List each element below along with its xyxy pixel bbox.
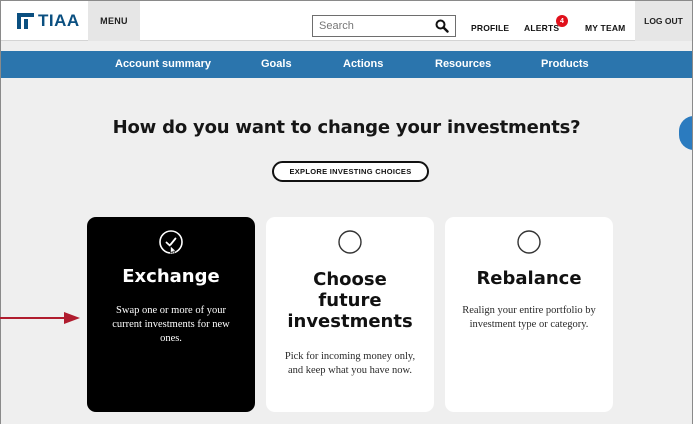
radio-circle-icon — [516, 229, 542, 255]
card-title: Rebalance — [476, 268, 582, 289]
app-frame: TIAA MENU PROFILE ALERTS 4 MY TEAM LOG O… — [0, 0, 693, 424]
nav-item-goals[interactable]: Goals — [261, 58, 292, 70]
card-description: Realign your entire portfolio by investm… — [462, 305, 596, 330]
chat-assistant-bubble[interactable] — [679, 116, 692, 150]
option-card-exchange[interactable]: Exchange Swap one or more of your curren… — [87, 217, 255, 412]
logo-text: TIAA — [38, 11, 80, 30]
search-box — [312, 15, 456, 37]
page-title: How do you want to change your investmen… — [112, 117, 581, 138]
card-description: Swap one or more of your current investm… — [112, 305, 230, 344]
main-nav: Account summary Goals Actions Resources … — [1, 51, 692, 78]
search-input[interactable] — [313, 16, 431, 36]
radio-circle-icon — [337, 229, 363, 255]
nav-item-resources[interactable]: Resources — [435, 58, 491, 70]
profile-link[interactable]: PROFILE — [471, 23, 509, 33]
top-header: TIAA MENU PROFILE ALERTS 4 MY TEAM LOG O… — [1, 1, 692, 41]
nav-item-actions[interactable]: Actions — [343, 58, 383, 70]
check-circle-icon — [158, 229, 184, 255]
my-team-link[interactable]: MY TEAM — [585, 23, 625, 33]
explore-investing-choices-button[interactable]: EXPLORE INVESTING CHOICES — [272, 161, 429, 182]
menu-button[interactable]: MENU — [88, 1, 140, 41]
nav-item-products[interactable]: Products — [541, 58, 589, 70]
card-title: Choose future investments — [287, 269, 413, 332]
alerts-count-badge: 4 — [556, 15, 568, 27]
card-description: Pick for incoming money only, and keep w… — [284, 351, 416, 376]
logout-button[interactable]: LOG OUT — [635, 1, 692, 41]
nav-item-account-summary[interactable]: Account summary — [115, 58, 211, 70]
alerts-link[interactable]: ALERTS — [524, 23, 559, 33]
card-title: Exchange — [122, 266, 220, 287]
tiaa-logo-icon — [17, 13, 34, 29]
option-card-rebalance[interactable]: Rebalance Realign your entire portfolio … — [445, 217, 613, 412]
annotation-arrow-icon — [0, 312, 80, 324]
option-card-choose-future-investments[interactable]: Choose future investments Pick for incom… — [266, 217, 434, 412]
tiaa-logo[interactable]: TIAA — [17, 11, 80, 30]
search-icon[interactable] — [435, 19, 449, 33]
